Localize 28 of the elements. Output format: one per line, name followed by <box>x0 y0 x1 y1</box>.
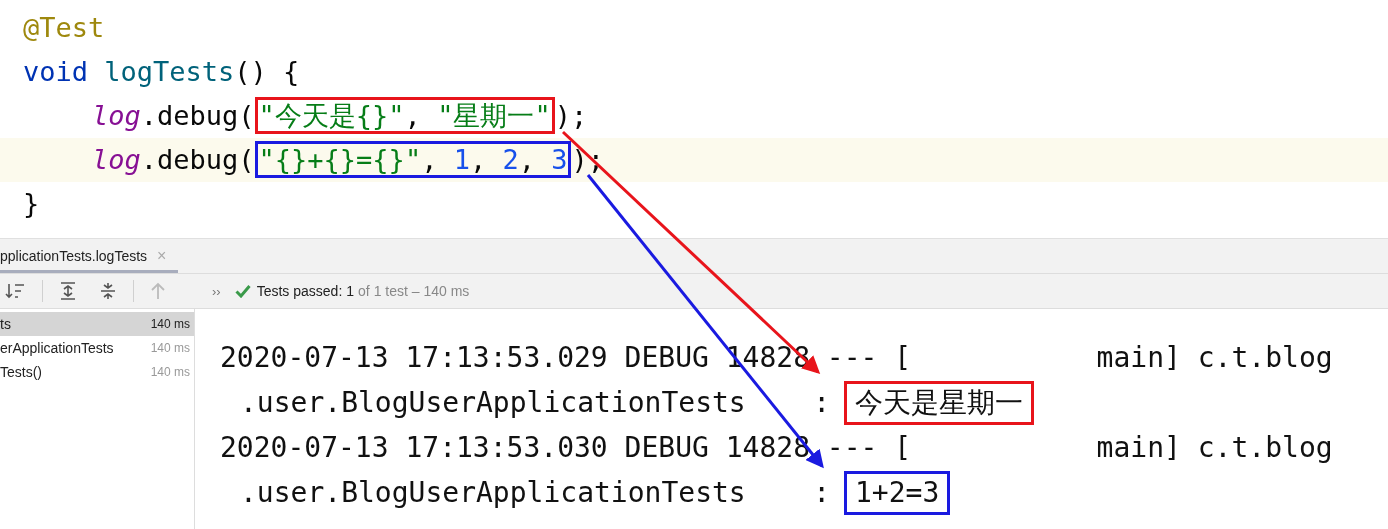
test-tree-item[interactable]: erApplicationTests 140 ms <box>0 336 194 360</box>
code-token: @Test <box>23 12 105 43</box>
status-summary: of 1 test – 140 ms <box>358 283 470 299</box>
more-button[interactable]: ›› <box>212 283 221 299</box>
code-token: } <box>23 188 40 219</box>
expand-all-icon[interactable] <box>58 281 78 301</box>
sort-icon[interactable] <box>5 281 27 301</box>
test-tree-item[interactable]: Tests() 140 ms <box>0 360 194 384</box>
code-token: .debug( <box>140 144 255 175</box>
code-token: log <box>92 144 141 175</box>
code-token: log <box>92 100 141 131</box>
code-token: logTests <box>104 56 235 87</box>
log-line: .user.BlogUserApplicationTests : <box>239 386 830 419</box>
annotation-box: "今天是{}", "星期一" <box>254 97 555 134</box>
annotation-box: "{}+{}={}", 1, 2, 3 <box>254 141 572 178</box>
code-token: ); <box>554 100 588 131</box>
log-line: .user.BlogUserApplicationTests : <box>239 476 830 509</box>
log-message: 1+2=3 <box>844 470 951 515</box>
test-tree-item[interactable]: ts 140 ms <box>0 312 194 336</box>
status-count: 1 <box>346 283 355 299</box>
status-label: Tests passed: <box>256 283 343 299</box>
log-line: 2020-07-13 17:13:53.030 DEBUG 14828 --- [ main] c.t.blog <box>220 430 1333 466</box>
code-token: .debug( <box>140 100 255 131</box>
code-token: void <box>23 56 90 87</box>
code-token: () { <box>234 56 300 87</box>
check-icon <box>234 284 251 298</box>
collapse-all-icon[interactable] <box>98 281 118 301</box>
log-message: 今天是星期一 <box>844 380 1034 425</box>
